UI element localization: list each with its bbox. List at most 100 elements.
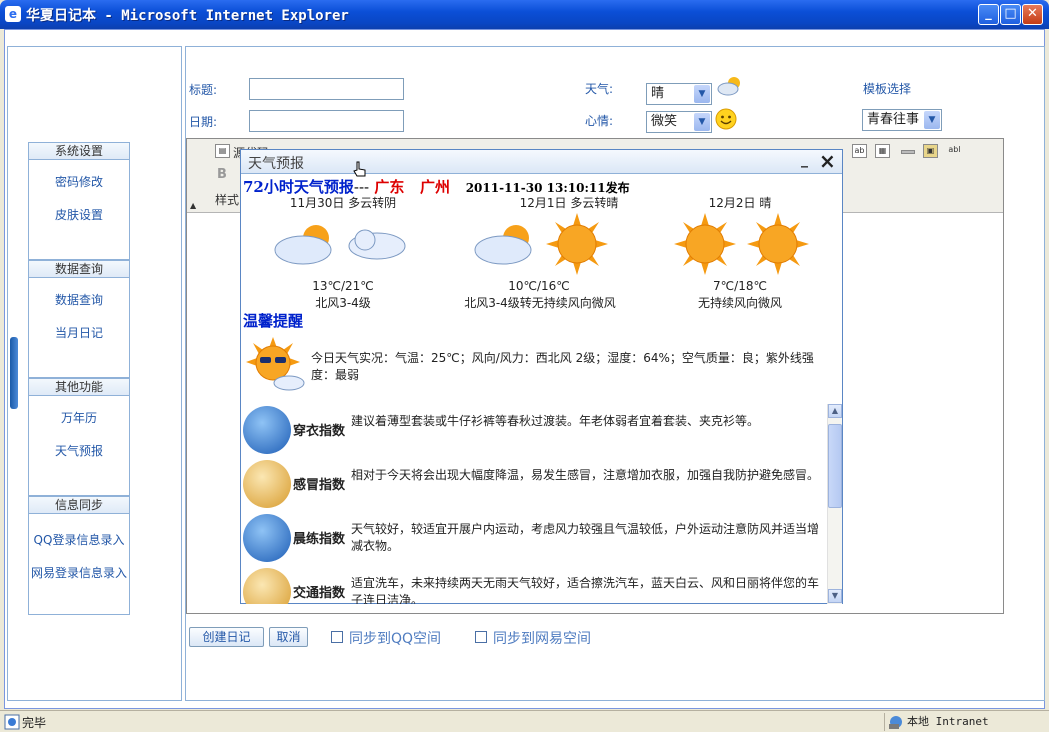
index-name: 交通指数 xyxy=(293,586,346,601)
sidebar-item-password[interactable]: 密码修改 xyxy=(29,166,129,199)
form-icon[interactable]: ▦ xyxy=(875,144,890,158)
cloudy-icon xyxy=(348,229,406,260)
security-zone: 本地 Intranet xyxy=(884,713,1044,731)
create-diary-button[interactable]: 创建日记 xyxy=(189,627,264,647)
forecast-city: 广州 xyxy=(420,178,451,196)
index-desc: 天气较好，较适宜开展户内运动，考虑风力较强且气温较低，户外运动注意防风并适当增减… xyxy=(351,522,820,553)
image-icon[interactable]: ▣ xyxy=(923,144,938,158)
mood-label: 心情: xyxy=(585,114,614,128)
template-label: 模板选择 xyxy=(863,82,912,96)
status-text: 完毕 xyxy=(22,716,47,730)
source-code-icon[interactable]: ▤ xyxy=(215,144,230,158)
sidebar-group-query: 数据查询 数据查询 当月日记 xyxy=(28,260,130,378)
day-3-wind: 无持续风向微风 xyxy=(697,296,782,310)
today-weather-text: 今日天气实况：气温：25℃；风向/风力：西北风 2级；湿度：64%；空气质量：良… xyxy=(311,351,814,382)
sidebar-group-title: 数据查询 xyxy=(29,261,129,278)
title-label: 标题: xyxy=(189,83,218,97)
sync-qq-checkbox[interactable] xyxy=(331,631,343,643)
page-done-icon xyxy=(4,714,20,730)
forecast-published: 2011-11-30 13:10:11发布 xyxy=(465,181,630,195)
sidebar-item-month-diary[interactable]: 当月日记 xyxy=(29,317,129,350)
index-desc: 建议着薄型套装或牛仔衫裤等春秋过渡装。年老体弱者宜着套装、夹克衫等。 xyxy=(351,414,760,428)
scrollbar-thumb[interactable] xyxy=(828,424,842,508)
sidebar-item-calendar[interactable]: 万年历 xyxy=(29,402,129,435)
index-desc: 适宜洗车，未来持续两天无雨天气较好，适合擦洗汽车，蓝天白云、风和日丽将伴您的车子… xyxy=(351,576,820,604)
popup-close-button[interactable]: × xyxy=(819,149,836,173)
index-name: 晨练指数 xyxy=(293,532,346,547)
maximize-button[interactable]: □ xyxy=(1000,4,1021,25)
popup-minimize-button[interactable]: _ xyxy=(801,152,808,168)
sidebar-item-163-login[interactable]: 网易登录信息录入 xyxy=(29,557,129,590)
sidebar-group-title: 其他功能 xyxy=(29,379,129,396)
security-zone-label: 本地 Intranet xyxy=(907,715,989,728)
cancel-button[interactable]: 取消 xyxy=(269,627,308,647)
mood-select-value: 微笑 xyxy=(651,114,678,129)
sidebar-group-sync: 信息同步 QQ登录信息录入 网易登录信息录入 xyxy=(28,496,130,615)
smile-icon xyxy=(715,108,737,130)
collapse-toolbar-icon[interactable]: ▲ xyxy=(190,201,196,210)
exercise-icon xyxy=(243,514,291,562)
sun-icon xyxy=(747,213,809,275)
sun-icon xyxy=(674,213,736,275)
sidebar-item-skin[interactable]: 皮肤设置 xyxy=(29,199,129,232)
weather-popup: 天气预报 _ × 72小时天气预报--- 广东 广州 2011-11-30 13… xyxy=(240,149,843,604)
close-button[interactable]: ✕ xyxy=(1022,4,1043,25)
horizontal-rule-icon[interactable] xyxy=(901,150,915,154)
chevron-down-icon[interactable]: ▼ xyxy=(694,113,710,131)
sun-sunglasses-icon xyxy=(246,337,305,391)
index-name: 感冒指数 xyxy=(293,478,346,493)
title-input[interactable] xyxy=(249,78,404,100)
day-1-date-weather: 11月30日 多云转阴 xyxy=(289,196,397,210)
day-2-date-weather: 12月1日 多云转晴 xyxy=(519,196,619,210)
list-item: 交通指数 适宜洗车，未来持续两天无雨天气较好，适合擦洗汽车，蓝天白云、风和日丽将… xyxy=(241,566,827,604)
sidebar-collapse-handle[interactable] xyxy=(10,337,18,409)
sidebar-item-qq-login[interactable]: QQ登录信息录入 xyxy=(29,524,129,557)
sidebar-item-data-query[interactable]: 数据查询 xyxy=(29,284,129,317)
chevron-down-icon[interactable]: ▼ xyxy=(694,85,710,103)
date-label: 日期: xyxy=(189,115,218,129)
index-list-scrollbar[interactable]: ▲ ▼ xyxy=(827,404,842,604)
window-titlebar[interactable]: e 华夏日记本 - Microsoft Internet Explorer _ … xyxy=(0,0,1049,29)
index-desc: 相对于今天将会出现大幅度降温，易发生感冒，注意增加衣服，加强自我防护避免感冒。 xyxy=(351,468,820,482)
day-3-temp: 7℃/18℃ xyxy=(713,279,767,293)
bold-button[interactable]: B xyxy=(217,167,227,182)
sync-qq-label[interactable]: 同步到QQ空间 xyxy=(349,628,441,648)
scroll-up-icon[interactable]: ▲ xyxy=(828,404,842,418)
sun-icon xyxy=(546,213,608,275)
window-title: 华夏日记本 - Microsoft Internet Explorer xyxy=(26,8,349,24)
style-label[interactable]: 样式 xyxy=(215,191,239,208)
list-item: 穿衣指数 建议着薄型套装或牛仔衫裤等春秋过渡装。年老体弱者宜着套装、夹克衫等。 xyxy=(241,404,827,458)
sidebar-item-weather[interactable]: 天气预报 xyxy=(29,435,129,468)
weather-select[interactable]: 晴 ▼ xyxy=(646,83,712,105)
table-icon[interactable]: ab xyxy=(852,144,867,158)
weather-label: 天气: xyxy=(585,82,614,96)
reminder-heading: 温馨提醒 xyxy=(243,312,304,330)
partly-cloudy-icon xyxy=(717,77,740,96)
popup-header[interactable]: 天气预报 _ × xyxy=(241,149,842,177)
day-1-temp: 13℃/21℃ xyxy=(312,279,374,293)
ie-icon: e xyxy=(5,6,21,22)
weather-select-value: 晴 xyxy=(651,86,665,101)
sidebar-group-system: 系统设置 密码修改 皮肤设置 xyxy=(28,142,130,260)
chevron-down-icon[interactable]: ▼ xyxy=(924,111,940,129)
list-item: 感冒指数 相对于今天将会出现大幅度降温，易发生感冒，注意增加衣服，加强自我防护避… xyxy=(241,458,827,512)
template-select[interactable]: 青春往事 ▼ xyxy=(862,109,942,131)
status-bar: 完毕 本地 Intranet xyxy=(0,710,1049,732)
sidebar-group-title: 信息同步 xyxy=(29,497,129,514)
intranet-icon xyxy=(889,716,902,729)
day-2-temp: 10℃/16℃ xyxy=(508,279,570,293)
sync-163-checkbox[interactable] xyxy=(475,631,487,643)
minimize-button[interactable]: _ xyxy=(978,4,999,25)
mood-select[interactable]: 微笑 ▼ xyxy=(646,111,712,133)
sidebar-group-title: 系统设置 xyxy=(29,143,129,160)
textfield-icon[interactable]: abl xyxy=(947,144,962,158)
sync-163-label[interactable]: 同步到网易空间 xyxy=(493,628,591,648)
clothing-icon xyxy=(243,406,291,454)
template-select-value: 青春往事 xyxy=(867,112,920,127)
day-2-wind: 北风3-4级转无持续风向微风 xyxy=(464,296,616,310)
date-input[interactable] xyxy=(249,110,404,132)
cloudy-sun-icon xyxy=(274,225,332,265)
traffic-icon xyxy=(243,568,291,604)
scroll-down-icon[interactable]: ▼ xyxy=(828,589,842,603)
nurse-icon xyxy=(243,460,291,508)
